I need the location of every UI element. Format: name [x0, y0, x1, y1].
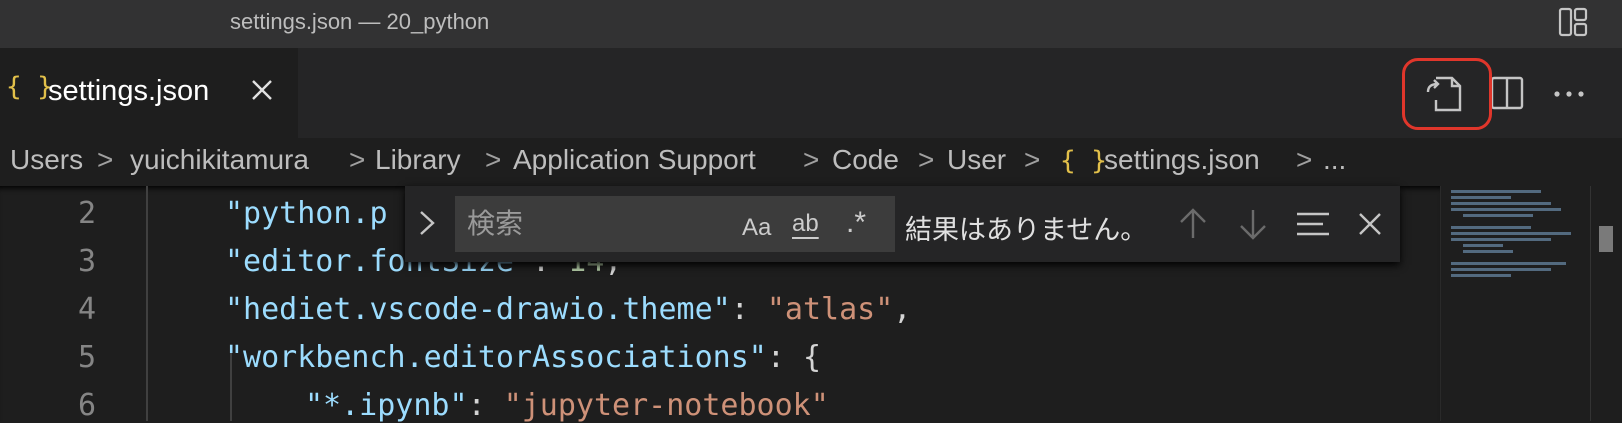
arrow-down-icon[interactable] — [1235, 204, 1271, 244]
breadcrumb-item-user[interactable]: User — [947, 144, 1006, 176]
code-line: "hediet.vscode-drawio.theme": "atlas", — [225, 292, 911, 327]
breadcrumb: Users > yuichikitamura > Library > Appli… — [0, 138, 1622, 186]
tab-bar: { } settings.json — [0, 48, 1622, 138]
json-key: "python.p — [225, 196, 388, 231]
close-icon[interactable] — [248, 76, 276, 104]
minimap-line — [1451, 274, 1511, 277]
minimap-line — [1463, 244, 1503, 247]
indent-guide — [146, 186, 148, 421]
minimap-line — [1451, 226, 1531, 229]
code-line: "*.ipynb": "jupyter-notebook" — [305, 388, 829, 423]
whole-word-toggle[interactable]: ab — [792, 210, 819, 250]
breadcrumb-separator: > — [349, 144, 366, 175]
json-punct: , — [893, 292, 912, 327]
breadcrumb-separator: > — [918, 144, 935, 175]
customize-layout-icon[interactable] — [1557, 6, 1589, 38]
breadcrumb-item-code[interactable]: Code — [832, 144, 899, 176]
minimap-line — [1463, 214, 1533, 217]
minimap-line — [1451, 262, 1566, 265]
open-settings-json-icon[interactable] — [1424, 70, 1464, 116]
code-line: "python.p — [225, 196, 388, 231]
find-widget: Aa ab .* 結果はありません。 — [405, 186, 1400, 262]
breadcrumb-separator: > — [1296, 144, 1313, 175]
more-actions-icon[interactable] — [1549, 70, 1589, 116]
json-value: "atlas" — [766, 292, 894, 327]
tab-settings-json[interactable]: { } settings.json — [0, 48, 298, 138]
match-case-toggle[interactable]: Aa — [742, 214, 771, 254]
line-number: 5 — [77, 340, 96, 375]
minimap-line — [1451, 202, 1551, 205]
json-colon: : — [730, 292, 767, 327]
json-colon: : — [467, 388, 504, 423]
json-colon: : — [766, 340, 803, 375]
breadcrumb-separator: > — [1024, 144, 1041, 175]
breadcrumb-item-more[interactable]: ... — [1323, 144, 1346, 176]
minimap[interactable] — [1440, 186, 1591, 421]
find-status: 結果はありません。 — [905, 215, 1148, 245]
json-value: { — [802, 340, 822, 375]
json-key: "workbench.editorAssociations" — [225, 340, 767, 375]
close-icon[interactable] — [1352, 204, 1388, 244]
minimap-line — [1451, 268, 1551, 271]
breadcrumb-separator: > — [803, 144, 820, 175]
breadcrumb-item-users[interactable]: Users — [10, 144, 83, 176]
json-file-icon: { } — [6, 72, 53, 102]
minimap-line — [1451, 190, 1541, 193]
json-key: "hediet.vscode-drawio.theme" — [225, 292, 731, 327]
json-value: "jupyter-notebook" — [503, 388, 829, 423]
find-in-selection-icon[interactable] — [1295, 204, 1331, 244]
minimap-line — [1451, 196, 1511, 199]
json-file-icon: { } — [1060, 146, 1107, 176]
chevron-right-icon[interactable] — [415, 208, 439, 238]
breadcrumb-item-settings-json[interactable]: settings.json — [1104, 144, 1260, 176]
json-key: "*.ipynb" — [305, 388, 468, 423]
line-number: 2 — [77, 196, 96, 231]
tab-label: settings.json — [48, 75, 210, 107]
whole-word-label: ab — [792, 210, 819, 237]
vertical-scrollbar[interactable] — [1590, 186, 1622, 421]
split-editor-icon[interactable] — [1488, 70, 1528, 116]
minimap-line — [1463, 250, 1513, 253]
breadcrumb-item-application-support[interactable]: Application Support — [513, 144, 756, 176]
breadcrumb-separator: > — [485, 144, 502, 175]
line-number: 6 — [77, 388, 96, 423]
breadcrumb-item-library[interactable]: Library — [375, 144, 461, 176]
scrollbar-thumb[interactable] — [1599, 226, 1613, 252]
window-title: settings.json — 20_python — [230, 9, 490, 34]
minimap-line — [1451, 208, 1561, 211]
arrow-up-icon[interactable] — [1175, 204, 1211, 244]
line-number: 4 — [77, 292, 96, 327]
title-bar: settings.json — 20_python — [0, 0, 1622, 48]
breadcrumb-item-user-folder[interactable]: yuichikitamura — [130, 144, 309, 176]
code-line: "workbench.editorAssociations": { — [225, 340, 821, 375]
line-number: 3 — [77, 244, 96, 279]
regex-toggle[interactable]: .* — [846, 206, 866, 246]
minimap-line — [1451, 238, 1551, 241]
minimap-line — [1451, 232, 1571, 235]
find-input[interactable] — [455, 196, 895, 252]
breadcrumb-separator: > — [97, 144, 114, 175]
